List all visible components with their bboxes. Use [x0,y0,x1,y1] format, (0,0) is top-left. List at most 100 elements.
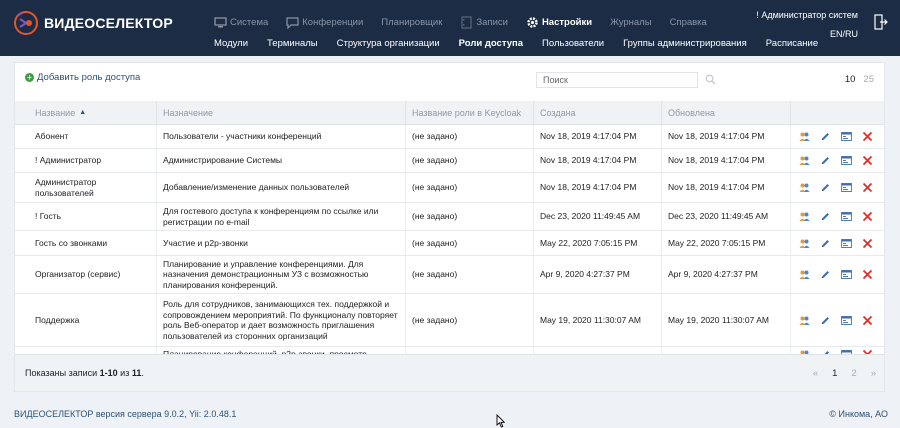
copyright: © Инкома, АО [829,409,888,419]
top-nav-item-logs[interactable]: Журналы [610,17,652,28]
column-header-created[interactable]: Создана [534,101,662,125]
delete-icon[interactable] [862,131,873,142]
role-purpose-cell: Для гостевого доступа к конференциям по … [157,203,406,230]
table-row[interactable]: Абонент Пользователи - участники конферен… [15,125,884,149]
edit-icon[interactable] [820,238,831,249]
logout-icon[interactable] [874,14,888,30]
table-row[interactable]: Организатор (сервис) Планирование и управ… [15,256,884,294]
action-icons [799,238,883,249]
sub-nav-item-org-structure[interactable]: Структура организации [337,38,440,49]
row-actions [791,256,884,293]
view-card-icon[interactable] [841,238,852,249]
app-logo[interactable]: ВИДЕОСЕЛЕКТОР [14,10,173,36]
delete-icon[interactable] [862,155,873,166]
column-header-name[interactable]: Название ▲ [29,101,157,125]
created-cell: May 22, 2020 7:05:15 PM [534,231,662,255]
add-role-label: Добавить роль доступа [37,72,141,83]
search-icon[interactable] [705,74,716,85]
column-header-label: Название роли в Keycloak [412,108,522,118]
edit-icon[interactable] [820,269,831,280]
role-name-cell: Администратор пользователей [29,173,157,202]
updated-cell: May 19, 2020 11:30:07 AM [662,294,791,346]
top-nav-item-records[interactable]: Записи [460,15,508,29]
sub-nav-item-admin-groups[interactable]: Группы администрирования [623,38,747,49]
gear-icon [527,16,538,28]
records-total: 11 [131,368,142,378]
column-header-updated[interactable]: Обновлена [662,101,791,125]
created-cell: Apr 9, 2020 4:27:37 PM [534,256,662,293]
updated-cell: Dec 23, 2020 11:49:45 AM [662,203,791,230]
pager-last[interactable]: » [871,368,876,379]
delete-icon[interactable] [862,238,873,249]
view-card-icon[interactable] [841,182,852,193]
role-purpose-cell: Пользователи - участники конференций [157,125,406,148]
delete-icon[interactable] [862,269,873,280]
add-role-button[interactable]: + Добавить роль доступа [25,72,140,83]
row-actions [791,294,884,346]
edit-icon[interactable] [820,182,831,193]
top-nav-label: Записи [476,16,508,28]
current-user[interactable]: ! Администратор систем [756,10,858,20]
row-actions [791,149,884,172]
delete-icon[interactable] [862,315,873,326]
view-card-icon[interactable] [841,269,852,280]
page-size-25[interactable]: 25 [863,74,874,85]
top-nav-label: Журналы [610,16,652,28]
table-row[interactable]: Поддержка Роль для сотрудников, занимающи… [15,294,884,347]
pager-page-2[interactable]: 2 [851,368,856,379]
users-icon[interactable] [799,155,810,166]
view-card-icon[interactable] [841,211,852,222]
column-header-label: Создана [540,108,576,118]
logo-text: ВИДЕОСЕЛЕКТОР [44,15,173,31]
row-actions [791,231,884,255]
sub-nav-item-users[interactable]: Пользователи [542,38,604,49]
page-size-10[interactable]: 10 [845,74,856,85]
view-card-icon[interactable] [841,315,852,326]
edit-icon[interactable] [820,211,831,222]
table-row[interactable]: Гость со звонками Участие и p2p-звонки (не… [15,231,884,256]
records-range: 1-10 [99,368,118,378]
column-header-keycloak[interactable]: Название роли в Keycloak [406,101,534,125]
plus-circle-icon: + [25,73,34,82]
created-cell: Nov 18, 2019 4:17:04 PM [534,125,662,148]
records-summary: Показаны записи 1-10 из 11. [25,368,144,378]
top-nav-item-settings[interactable]: Настройки [526,16,592,29]
edit-icon[interactable] [820,155,831,166]
top-nav-item-help[interactable]: Справка [670,17,707,28]
users-icon[interactable] [799,238,810,249]
sub-nav-item-access-roles[interactable]: Роли доступа [459,38,523,49]
users-icon[interactable] [799,269,810,280]
users-icon[interactable] [799,315,810,326]
users-icon[interactable] [799,131,810,142]
edit-icon[interactable] [820,315,831,326]
sub-nav-item-modules[interactable]: Модули [214,38,248,49]
row-actions [791,203,884,230]
table-row[interactable]: ! Гость Для гостевого доступа к конференц… [15,203,884,231]
pager-first[interactable]: « [813,368,818,379]
top-nav-item-conferences[interactable]: Конференции [286,16,363,29]
mouse-pointer-icon [496,414,505,428]
table-row[interactable]: ! Администратор Администрирование Системы… [15,149,884,173]
users-icon[interactable] [799,182,810,193]
view-card-icon[interactable] [841,131,852,142]
role-purpose-cell: Участие и p2p-звонки [157,231,406,255]
edit-icon[interactable] [820,131,831,142]
table-row[interactable]: Администратор пользователей Добавление/из… [15,173,884,203]
delete-icon[interactable] [862,182,873,193]
top-nav-item-scheduler[interactable]: Планировщик [381,17,442,28]
sub-nav-item-schedule[interactable]: Расписание [766,38,818,49]
search-input[interactable] [536,72,698,88]
pager-page-1[interactable]: 1 [832,368,837,379]
column-header-purpose[interactable]: Назначение [157,101,406,125]
top-nav-item-system[interactable]: Система [214,16,268,29]
column-header-label: Обновлена [668,108,715,118]
column-header-actions [791,101,884,125]
row-actions [791,125,884,148]
view-card-icon[interactable] [841,155,852,166]
users-icon[interactable] [799,211,810,222]
delete-icon[interactable] [862,211,873,222]
page-size-selector: 10 25 [837,74,874,85]
app-header: ВИДЕОСЕЛЕКТОР Система Конференции Планир… [0,0,900,56]
sub-nav-item-terminals[interactable]: Терминалы [267,38,318,49]
action-icons [799,315,883,326]
